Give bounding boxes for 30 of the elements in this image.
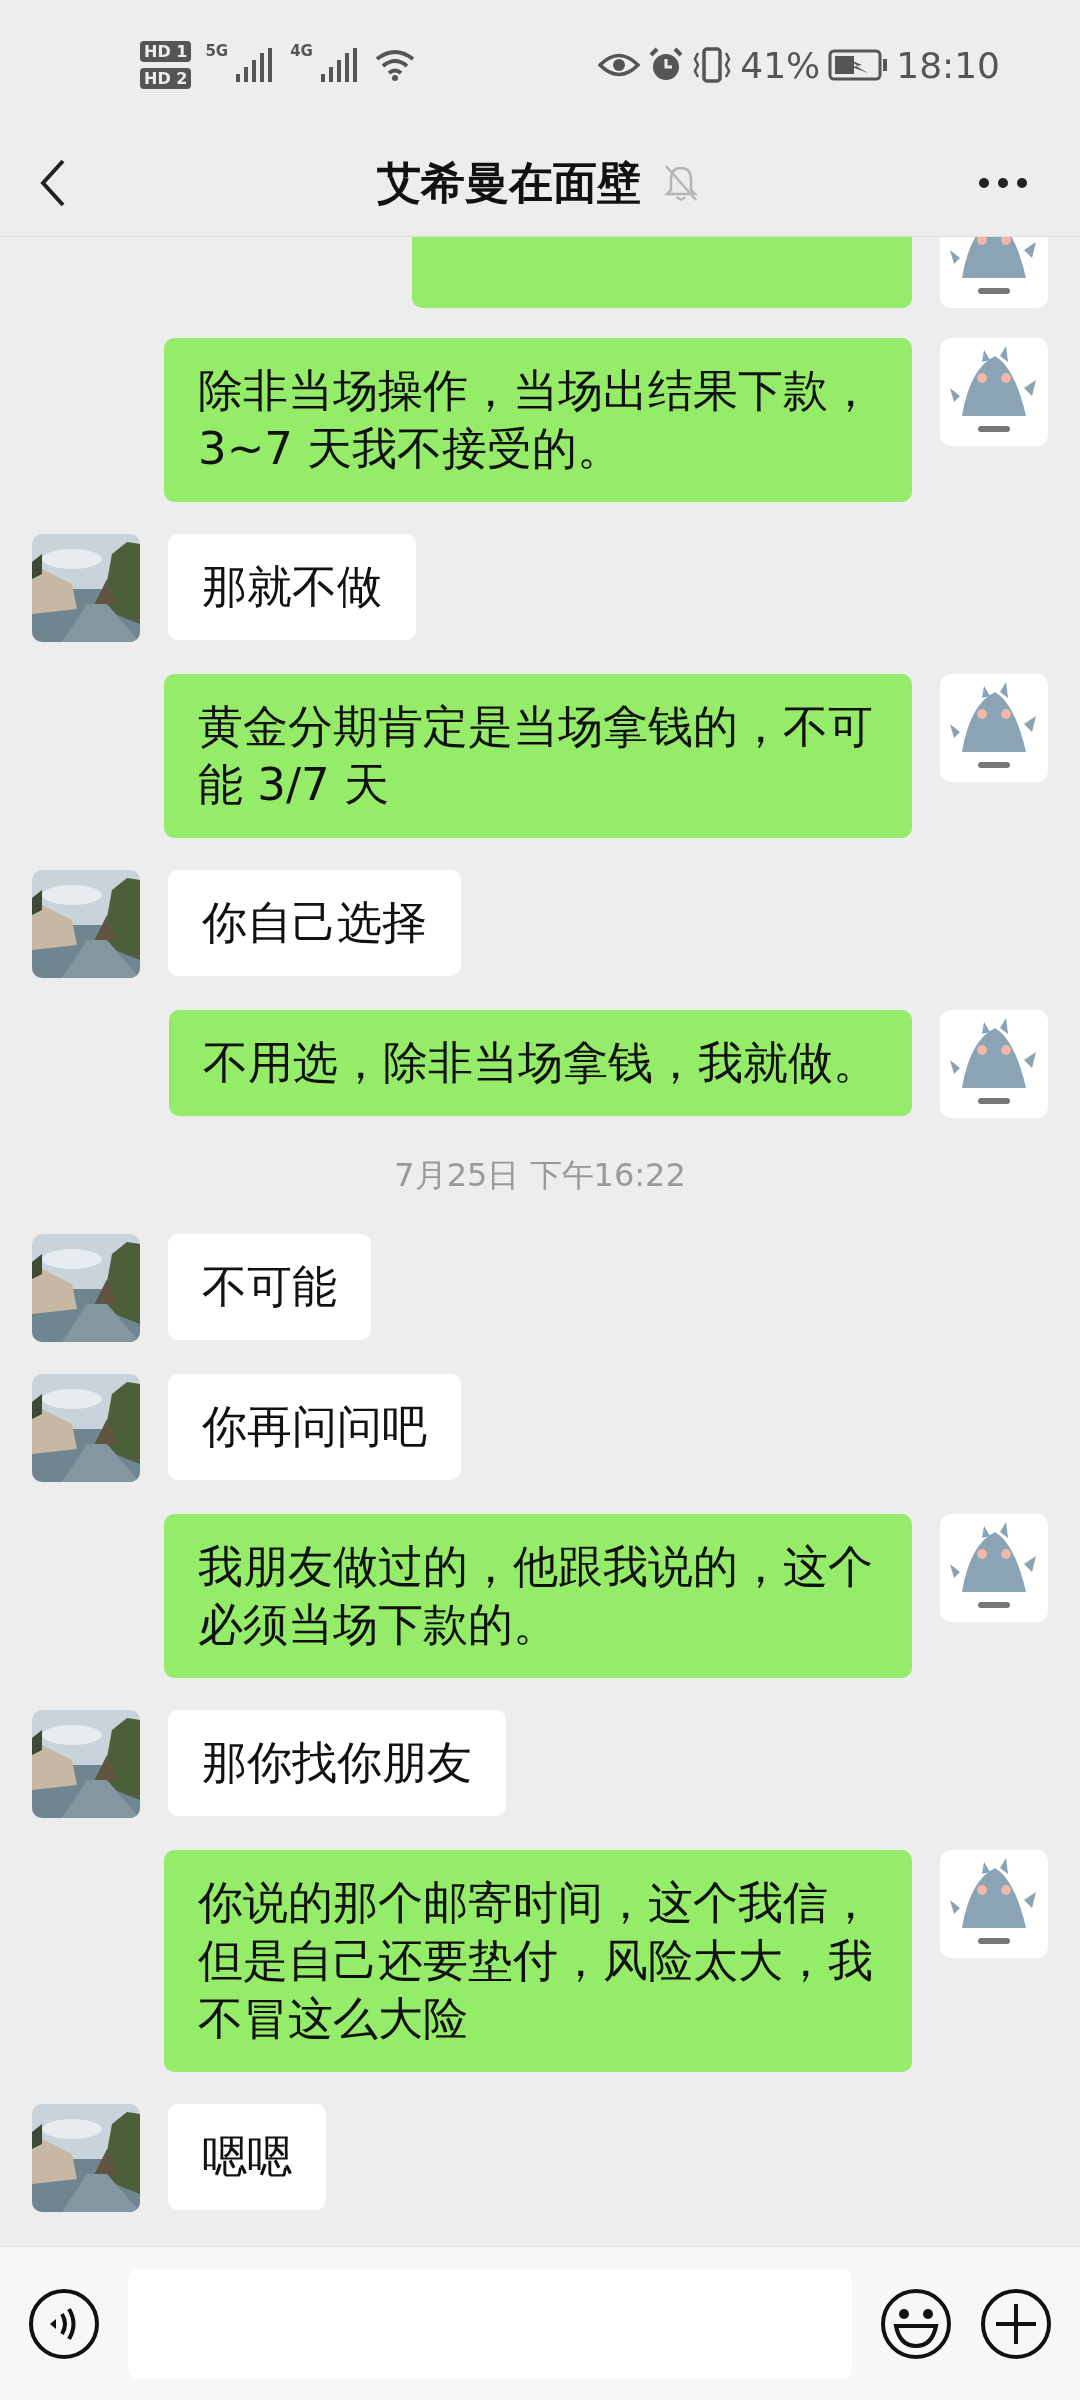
chat-title: 艾希曼在面壁 — [377, 155, 641, 210]
signal-icon — [320, 48, 357, 82]
message-bubble[interactable]: 不可能 — [168, 1234, 371, 1340]
message-bubble[interactable]: 你说的那个邮寄时间，这个我信，但是自己还要垫付，风险太大，我不冒这么大险 — [164, 1850, 912, 2072]
battery-charging-icon — [828, 49, 889, 81]
battery-percentage: 41% — [740, 44, 821, 86]
message-bubble[interactable]: 你再问问吧 — [168, 1374, 461, 1480]
clock: 18:10 — [896, 44, 1000, 86]
emoji-button[interactable] — [880, 2287, 952, 2360]
message-bubble[interactable]: 你自己选择 — [168, 870, 461, 976]
message-bubble[interactable]: 除非当场操作，当场出结果下款，3~7 天我不接受的。 — [164, 338, 912, 502]
add-button[interactable] — [980, 2287, 1052, 2360]
network-label: 4G — [290, 42, 313, 60]
more-button[interactable] — [978, 177, 1028, 189]
sim-label: HD 1 — [140, 41, 192, 62]
network-label: 5G — [205, 42, 229, 60]
wifi-icon — [374, 49, 415, 81]
message-bubble[interactable]: 黄金分期肯定是当场拿钱的，不可能 3/7 天 — [164, 674, 912, 838]
message-bubble[interactable]: 不用选，除非当场拿钱，我就做。 — [169, 1010, 912, 1116]
message-bubble[interactable]: 嗯嗯 — [168, 2104, 326, 2210]
message-bubble[interactable]: 那你找你朋友 — [168, 1710, 506, 1816]
message-bubble[interactable]: 那就不做 — [168, 534, 416, 640]
signal-icon — [236, 48, 273, 82]
timestamp: 7月25日 下午16:22 — [394, 1155, 686, 1196]
voice-button[interactable] — [28, 2287, 100, 2360]
message-bubble[interactable]: 我朋友做过的，他跟我说的，这个必须当场下款的。 — [164, 1514, 912, 1678]
vibrate-icon — [692, 47, 733, 83]
eye-icon — [598, 52, 641, 78]
alarm-icon — [648, 47, 685, 83]
sim-label: HD 2 — [140, 68, 192, 89]
